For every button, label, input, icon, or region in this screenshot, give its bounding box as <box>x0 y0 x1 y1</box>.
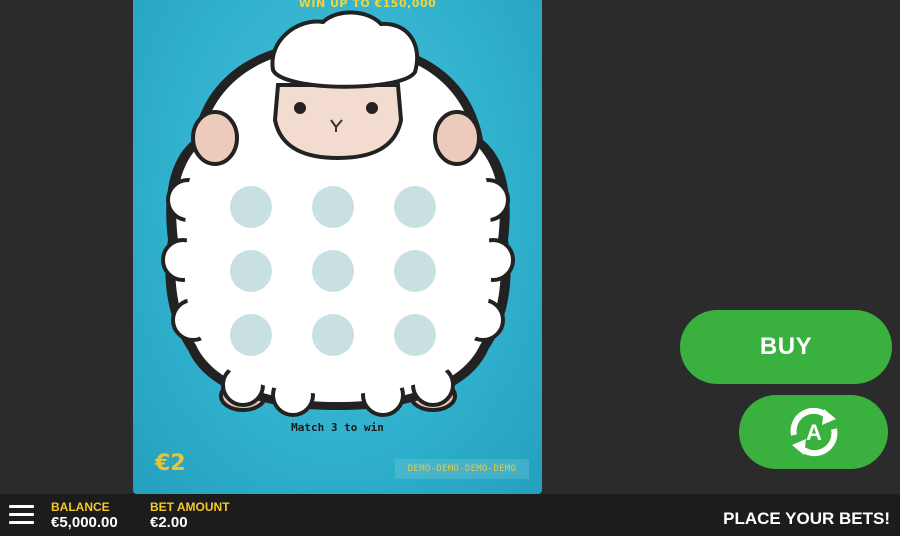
bet-amount-label: BET AMOUNT <box>150 500 230 514</box>
bet-amount-value: €2.00 <box>150 514 188 531</box>
balance-label: BALANCE <box>51 500 110 514</box>
buy-button[interactable]: BUY <box>680 310 892 384</box>
bottom-bar: BALANCE €5,000.00 BET AMOUNT €2.00 PLACE… <box>0 494 900 536</box>
scratch-ticket: WIN UP TO €150,000 Match 3 to win €2 DEM… <box>133 0 542 494</box>
scratch-cell[interactable] <box>312 250 354 292</box>
scratch-cell[interactable] <box>230 250 272 292</box>
scratch-cell[interactable] <box>394 186 436 228</box>
bet-amount-display[interactable]: BET AMOUNT €2.00 <box>150 500 230 532</box>
autoplay-icon: A <box>790 407 837 457</box>
demo-watermark: DEMO-DEMO-DEMO-DEMO <box>395 459 529 479</box>
balance-value: €5,000.00 <box>51 514 118 531</box>
scratch-cell[interactable] <box>312 186 354 228</box>
scratch-cell[interactable] <box>394 250 436 292</box>
autoplay-button[interactable]: A <box>739 395 888 469</box>
hamburger-menu-icon[interactable] <box>9 505 34 525</box>
ticket-price: €2 <box>155 451 186 476</box>
svg-text:A: A <box>806 420 822 445</box>
scratch-cell[interactable] <box>230 314 272 356</box>
scratch-cell[interactable] <box>312 314 354 356</box>
balance-display: BALANCE €5,000.00 <box>51 500 118 532</box>
status-message: PLACE YOUR BETS! <box>723 509 890 528</box>
instruction-text: Match 3 to win <box>291 421 384 434</box>
scratch-cell[interactable] <box>394 314 436 356</box>
scratch-grid[interactable] <box>230 186 436 356</box>
scratch-cell[interactable] <box>230 186 272 228</box>
